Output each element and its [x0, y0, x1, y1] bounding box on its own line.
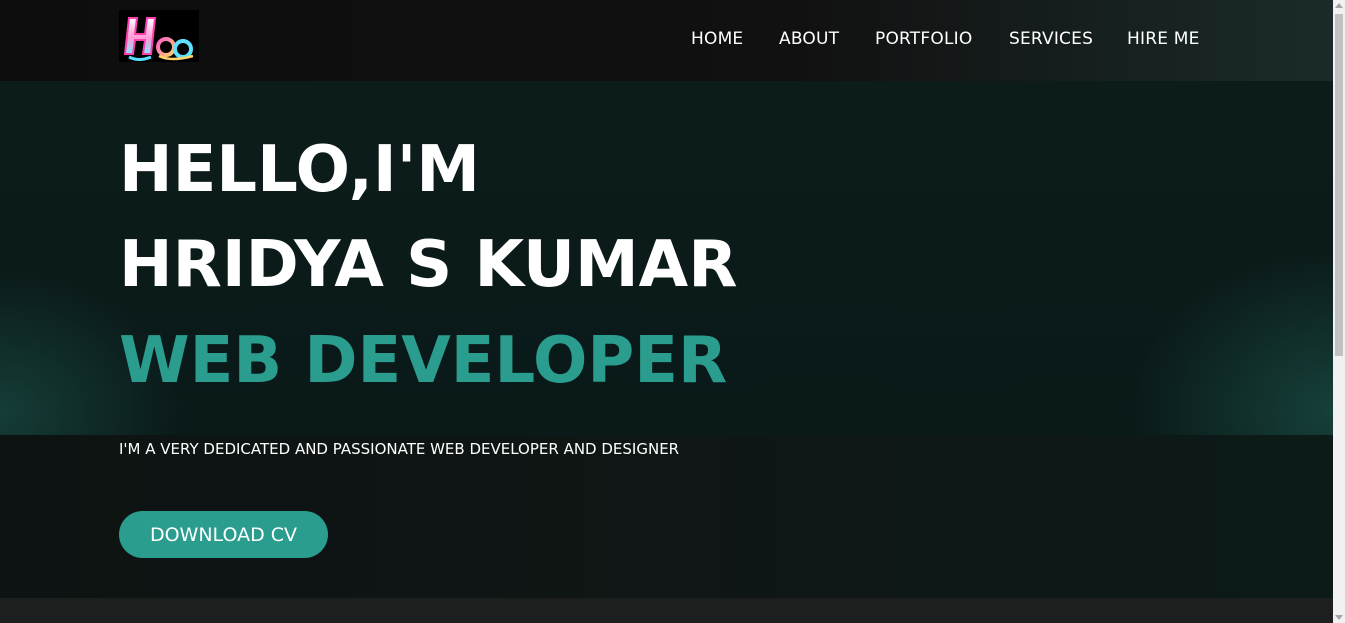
scroll-down-arrow-icon[interactable] — [1335, 615, 1343, 620]
nav-home[interactable]: HOME — [691, 29, 743, 49]
vertical-scrollbar[interactable] — [1333, 0, 1345, 623]
hero-tagline: I'M A VERY DEDICATED AND PASSIONATE WEB … — [119, 440, 680, 458]
hero-greeting: HELLO,I'M — [119, 133, 480, 207]
hero-name: HRIDYA S KUMAR — [119, 228, 738, 302]
next-section-edge — [0, 598, 1333, 623]
nav-about[interactable]: ABOUT — [779, 29, 839, 49]
hero-role: WEB DEVELOPER — [119, 324, 728, 398]
nav-portfolio[interactable]: PORTFOLIO — [875, 29, 972, 49]
hero-section: HELLO,I'M HRIDYA S KUMAR WEB DEVELOPER I… — [0, 81, 1333, 598]
scroll-up-arrow-icon[interactable] — [1335, 3, 1343, 8]
nav-hire-me[interactable]: HIRE ME — [1127, 29, 1200, 49]
scrollbar-thumb[interactable] — [1335, 14, 1343, 356]
page: HOME ABOUT PORTFOLIO SERVICES HIRE ME HE… — [0, 0, 1333, 623]
navbar: HOME ABOUT PORTFOLIO SERVICES HIRE ME — [0, 0, 1333, 81]
main-nav: HOME ABOUT PORTFOLIO SERVICES HIRE ME — [0, 29, 1333, 53]
download-cv-button[interactable]: DOWNLOAD CV — [119, 511, 328, 558]
nav-services[interactable]: SERVICES — [1009, 29, 1093, 49]
